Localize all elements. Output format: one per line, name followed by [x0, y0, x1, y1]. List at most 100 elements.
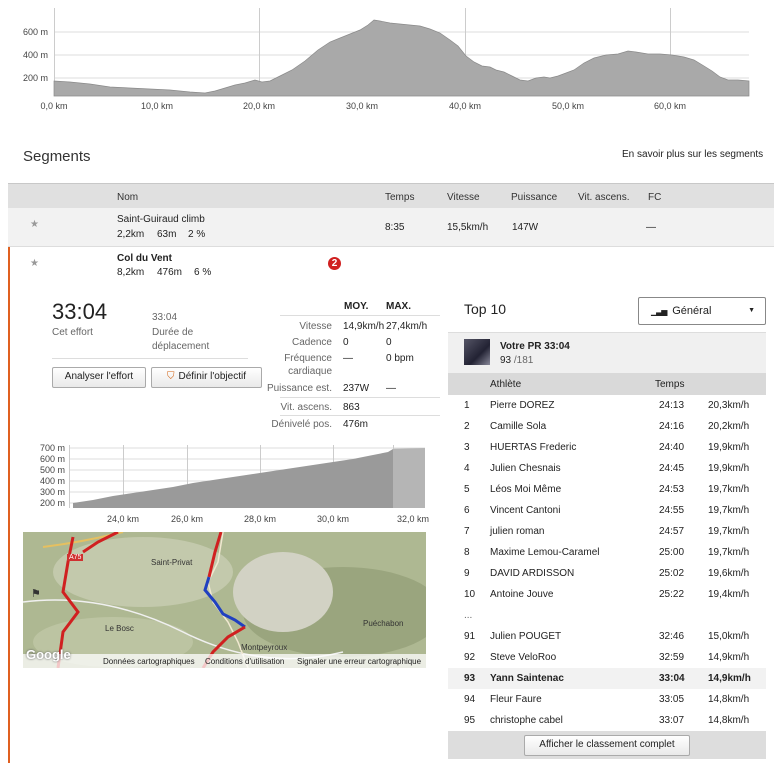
star-icon[interactable]: ★ — [30, 219, 39, 230]
leaderboard-rank: 3 — [464, 442, 470, 453]
star-icon[interactable]: ★ — [30, 258, 39, 269]
leaderboard-row[interactable]: 92 Steve VeloRoo 32:59 14,9km/h — [448, 647, 766, 668]
leaderboard-rank: 5 — [464, 484, 470, 495]
map-label: Le Bosc — [105, 624, 134, 633]
y-tick: 700 m — [40, 443, 65, 453]
leaderboard-row[interactable]: 95 christophe cabel 33:07 14,8km/h — [448, 710, 766, 731]
chevron-down-icon: ▼ — [748, 307, 755, 314]
elevation-profile-chart[interactable]: 600 m 400 m 200 m 0,0 km 10,0 km 20,0 km… — [0, 0, 774, 112]
athlete-name-link[interactable]: Julien POUGET — [490, 631, 561, 642]
leaderboard-row[interactable]: 91 Julien POUGET 32:46 15,0km/h — [448, 626, 766, 647]
leaderboard-row[interactable]: 9 DAVID ARDISSON 25:02 19,6km/h — [448, 563, 766, 584]
col-speed[interactable]: Vitesse — [447, 192, 480, 203]
col-hr[interactable]: FC — [648, 192, 661, 203]
leaderboard-speed: 19,7km/h — [708, 505, 750, 516]
x-tick: 40,0 km — [449, 101, 481, 111]
segment-name[interactable]: Saint-Guiraud climb — [117, 214, 205, 225]
segment-hr: — — [646, 222, 656, 233]
segment-time: 8:35 — [385, 222, 405, 233]
athlete-name-link[interactable]: Antoine Jouve — [490, 589, 553, 600]
analyze-effort-button[interactable]: Analyser l'effort — [52, 367, 146, 388]
effort-time: 33:04 — [52, 299, 108, 324]
leaderboard-time: 33:05 — [659, 694, 685, 705]
leaderboard-row[interactable]: 10 Antoine Jouve 25:22 19,4km/h — [448, 584, 766, 605]
leaderboard-rank: 1 — [464, 400, 470, 411]
leaderboard-row[interactable]: 8 Maxime Lemou-Caramel 25:00 19,7km/h — [448, 542, 766, 563]
leaderboard-row[interactable]: 4 Julien Chesnais 24:45 19,9km/h — [448, 458, 766, 479]
segment-name[interactable]: Col du Vent — [117, 253, 172, 264]
segment-grade: 6 % — [194, 267, 212, 278]
col-power[interactable]: Puissance — [511, 192, 557, 203]
leaderboard-row[interactable]: 6 Vincent Cantoni 24:55 19,7km/h — [448, 500, 766, 521]
stat-label: Puissance est. — [266, 383, 332, 394]
leaderboard-row[interactable]: 93 Yann Saintenac 33:04 14,9km/h — [448, 668, 766, 689]
athlete-name-link[interactable]: Pierre DOREZ — [490, 400, 554, 411]
x-tick: 28,0 km — [244, 514, 276, 524]
leaderboard-row[interactable]: 7 julien roman 24:57 19,7km/h — [448, 521, 766, 542]
athlete-name-link[interactable]: HUERTAS Frederic — [490, 442, 576, 453]
learn-more-link[interactable]: En savoir plus sur les segments — [622, 149, 763, 160]
filter-selected: Général — [672, 305, 712, 317]
map-data-link[interactable]: Données cartographiques — [103, 657, 195, 666]
divider — [280, 415, 440, 416]
divider — [52, 358, 248, 359]
highway-label: A75 — [67, 554, 84, 561]
stat-avg: 0 — [343, 337, 349, 348]
avatar[interactable] — [464, 339, 490, 365]
leaderboard-rank: 8 — [464, 547, 470, 558]
leaderboard-rank: 93 — [464, 673, 476, 684]
leaderboard-speed: 15,0km/h — [708, 631, 750, 642]
athlete-name-link[interactable]: Yann Saintenac — [490, 673, 564, 684]
leaderboard-time: 24:57 — [659, 526, 685, 537]
leaderboard-row[interactable]: 1 Pierre DOREZ 24:13 20,3km/h — [448, 395, 766, 416]
athlete-name-link[interactable]: Vincent Cantoni — [490, 505, 560, 516]
col-name[interactable]: Nom — [117, 192, 138, 203]
show-full-leaderboard-button[interactable]: Afficher le classement complet — [524, 735, 690, 756]
set-goal-button[interactable]: ⛉ Définir l'objectif — [151, 367, 262, 388]
athlete-name-link[interactable]: Camille Sola — [490, 421, 546, 432]
athlete-name-link[interactable]: christophe cabel — [490, 715, 563, 726]
col-time[interactable]: Temps — [385, 192, 414, 203]
athlete-name-link[interactable]: Fleur Faure — [490, 694, 542, 705]
segment-elevation-chart[interactable]: 700 m 600 m 500 m 400 m 300 m 200 m 24,0… — [23, 440, 438, 528]
leaderboard-speed: 14,9km/h — [708, 652, 750, 663]
x-tick: 0,0 km — [40, 101, 67, 111]
leaderboard-time: 24:40 — [659, 442, 685, 453]
leaderboard-time: 24:13 — [659, 400, 685, 411]
col-vam[interactable]: Vit. ascens. — [578, 192, 630, 203]
col-athlete[interactable]: Athlète — [490, 379, 521, 390]
leaderboard-header: Athlète Temps — [448, 373, 766, 395]
leaderboard-speed: 14,8km/h — [708, 694, 750, 705]
segment-row-expanded[interactable]: ★ Col du Vent 8,2km 476m 6 % 2 — [8, 247, 774, 285]
athlete-name-link[interactable]: Steve VeloRoo — [490, 652, 556, 663]
athlete-name-link[interactable]: julien roman — [490, 526, 544, 537]
segment-grade: 2 % — [188, 229, 206, 240]
effort-time-label: Cet effort — [52, 327, 93, 338]
athlete-name-link[interactable]: DAVID ARDISSON — [490, 568, 574, 579]
route-map[interactable]: A75 Saint-Privat Le Bosc Puéchabon Montp… — [23, 532, 426, 668]
y-tick: 200 m — [23, 73, 48, 83]
x-tick: 50,0 km — [552, 101, 584, 111]
set-goal-label: Définir l'objectif — [178, 371, 247, 382]
segment-row[interactable]: ★ Saint-Guiraud climb 2,2km 63m 2 % 8:35… — [8, 208, 774, 247]
leaderboard-filter-dropdown[interactable]: ▁▃▅ Général ▼ — [638, 297, 766, 325]
leaderboard-time: 33:04 — [659, 673, 685, 684]
athlete-name-link[interactable]: Maxime Lemou-Caramel — [490, 547, 599, 558]
leaderboard-rank: 6 — [464, 505, 470, 516]
athlete-name-link[interactable]: Léos Moi Même — [490, 484, 561, 495]
leaderboard-footer: Afficher le classement complet — [448, 731, 766, 759]
leaderboard-row[interactable]: 2 Camille Sola 24:16 20,2km/h — [448, 416, 766, 437]
x-tick: 24,0 km — [107, 514, 139, 524]
leaderboard-row[interactable]: 3 HUERTAS Frederic 24:40 19,9km/h — [448, 437, 766, 458]
stat-avg: 476m — [343, 419, 369, 430]
leaderboard-row[interactable]: 5 Léos Moi Même 24:53 19,7km/h — [448, 479, 766, 500]
x-tick: 30,0 km — [346, 101, 378, 111]
stat-max: 27,4km/h — [386, 321, 428, 332]
leaderboard-row[interactable]: 94 Fleur Faure 33:05 14,8km/h — [448, 689, 766, 710]
athlete-name-link[interactable]: Julien Chesnais — [490, 463, 561, 474]
segment-speed: 15,5km/h — [447, 222, 489, 233]
map-report-link[interactable]: Signaler une erreur cartographique — [297, 657, 421, 666]
map-terms-link[interactable]: Conditions d'utilisation — [205, 657, 284, 666]
col-time[interactable]: Temps — [655, 379, 684, 390]
leaderboard-speed: 19,4km/h — [708, 589, 750, 600]
